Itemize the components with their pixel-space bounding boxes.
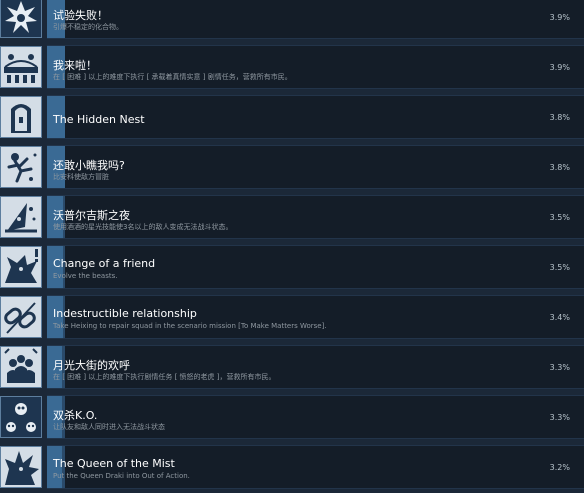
- unlock-percentage: 3.8%: [549, 113, 570, 122]
- crowd-icon: [0, 346, 42, 388]
- chain-icon: [0, 296, 42, 338]
- achievement-title: 试验失败！: [53, 9, 108, 22]
- city-icon: [0, 46, 42, 88]
- wizard-hat-icon: [0, 196, 42, 238]
- achievement-row[interactable]: The Hidden Nest 3.8%: [0, 93, 584, 143]
- door-icon: [0, 96, 42, 138]
- falling-figure-icon: [0, 146, 42, 188]
- skull-icon: [0, 396, 42, 438]
- achievement-title: 我来啦！: [53, 59, 97, 72]
- achievement-description: 在 [ 困难 ] 以上的难度下执行剧情任务 [ 愤怒的老虎 ]，营救所有市民。: [53, 373, 276, 381]
- achievement-panel: 月光大街的欢呼在 [ 困难 ] 以上的难度下执行剧情任务 [ 愤怒的老虎 ]，营…: [47, 345, 584, 389]
- unlock-percentage: 3.5%: [549, 213, 570, 222]
- beast-icon: [0, 246, 42, 288]
- achievement-panel: 试验失败！ 引爆不稳定的化合物。 3.9%: [47, 0, 584, 39]
- unlock-percentage: 3.9%: [549, 63, 570, 72]
- achievement-row[interactable]: 试验失败！ 引爆不稳定的化合物。 3.9%: [0, 0, 584, 43]
- unlock-percentage: 3.5%: [549, 263, 570, 272]
- achievement-row[interactable]: 还敢小瞧我吗? 比安科使敌方冒脏 3.8%: [0, 143, 584, 193]
- achievement-row[interactable]: 我来啦！在 [ 困难 ] 以上的难度下执行 [ 承载着真情实意 ] 剧情任务，营…: [0, 43, 584, 93]
- achievement-list: 试验失败！ 引爆不稳定的化合物。 3.9% 我来啦！在 [ 困难 ] 以上的难度下执行…: [0, 0, 584, 493]
- achievement-row[interactable]: Indestructible relationship Take Heixing …: [0, 293, 584, 343]
- achievement-title: The Hidden Nest: [53, 113, 145, 126]
- achievement-title: 沃普尔吉斯之夜: [53, 209, 130, 222]
- achievement-description: 让队友和敌人同时进入无法战斗状态: [53, 423, 165, 431]
- achievement-panel: The Queen of the Mist Put the Queen Draki…: [47, 445, 584, 489]
- blast-icon: [0, 0, 42, 38]
- achievement-row[interactable]: 月光大街的欢呼在 [ 困难 ] 以上的难度下执行剧情任务 [ 愤怒的老虎 ]，营…: [0, 343, 584, 393]
- achievement-row[interactable]: 沃普尔吉斯之夜 使用酒酒的星光技能使3名以上的敌人变成无法战斗状态。 3.5%: [0, 193, 584, 243]
- achievement-title: 还敢小瞧我吗?: [53, 159, 125, 172]
- achievement-row[interactable]: The Queen of the Mist Put the Queen Draki…: [0, 443, 584, 493]
- achievement-panel: 沃普尔吉斯之夜 使用酒酒的星光技能使3名以上的敌人变成无法战斗状态。 3.5%: [47, 195, 584, 239]
- unlock-percentage: 3.8%: [549, 163, 570, 172]
- achievement-title: 月光大街的欢呼: [53, 359, 130, 372]
- unlock-percentage: 3.4%: [549, 313, 570, 322]
- achievement-title: Change of a friend: [53, 257, 156, 270]
- achievement-description: Put the Queen Draki into Out of Action.: [53, 472, 190, 480]
- unlock-percentage: 3.3%: [549, 363, 570, 372]
- achievement-panel: Change of a friend Evolve the beasts. 3.5%: [47, 245, 584, 289]
- achievement-description: Take Heixing to repair squad in the scen…: [53, 322, 327, 330]
- unlock-percentage: 3.2%: [549, 463, 570, 472]
- achievement-row[interactable]: 双杀K.O. 让队友和敌人同时进入无法战斗状态 3.3%: [0, 393, 584, 443]
- unlock-percentage: 3.9%: [549, 13, 570, 22]
- achievement-description: 使用酒酒的星光技能使3名以上的敌人变成无法战斗状态。: [53, 223, 233, 231]
- achievement-description: 比安科使敌方冒脏: [53, 173, 109, 181]
- achievement-description: Evolve the beasts.: [53, 272, 118, 280]
- achievement-panel: The Hidden Nest 3.8%: [47, 95, 584, 139]
- achievement-title: The Queen of the Mist: [53, 457, 175, 470]
- achievement-panel: Indestructible relationship Take Heixing …: [47, 295, 584, 339]
- achievement-title: Indestructible relationship: [53, 307, 197, 320]
- achievement-panel: 还敢小瞧我吗? 比安科使敌方冒脏 3.8%: [47, 145, 584, 189]
- dragon-icon: [0, 446, 42, 488]
- achievement-panel: 我来啦！在 [ 困难 ] 以上的难度下执行 [ 承载着真情实意 ] 剧情任务，营…: [47, 45, 584, 89]
- unlock-percentage: 3.3%: [549, 413, 570, 422]
- achievement-row[interactable]: Change of a friend Evolve the beasts. 3.5%: [0, 243, 584, 293]
- achievement-description: 引爆不稳定的化合物。: [53, 23, 123, 31]
- achievement-panel: 双杀K.O. 让队友和敌人同时进入无法战斗状态 3.3%: [47, 395, 584, 439]
- achievement-description: 在 [ 困难 ] 以上的难度下执行 [ 承载着真情实意 ] 剧情任务，营救所有市…: [53, 73, 292, 81]
- achievement-title: 双杀K.O.: [53, 409, 98, 422]
